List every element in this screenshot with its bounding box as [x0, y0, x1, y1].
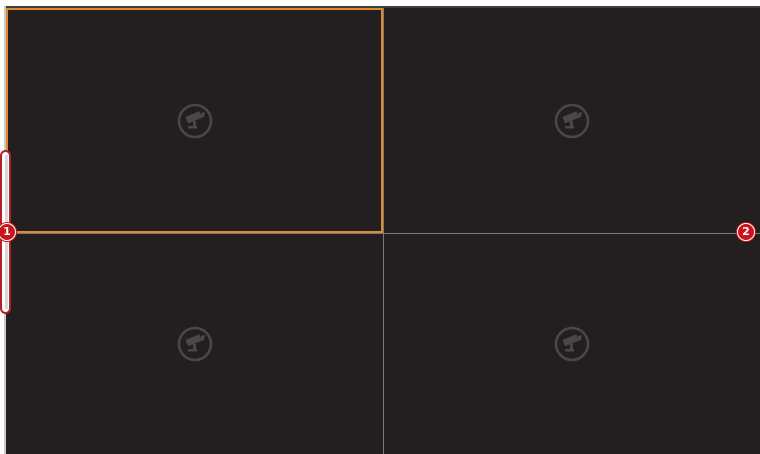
- live-view-page: 1 2: [0, 0, 760, 454]
- video-wall: [6, 8, 760, 454]
- camera-icon: [177, 103, 212, 138]
- video-tile-4[interactable]: [384, 234, 760, 454]
- camera-icon: [554, 103, 590, 138]
- video-tile-2[interactable]: [384, 8, 760, 233]
- video-tile-1[interactable]: [6, 8, 383, 233]
- callout-marker-2: 2: [737, 223, 755, 241]
- camera-icon: [554, 326, 590, 362]
- camera-icon: [177, 326, 212, 362]
- video-tile-3[interactable]: [6, 234, 383, 454]
